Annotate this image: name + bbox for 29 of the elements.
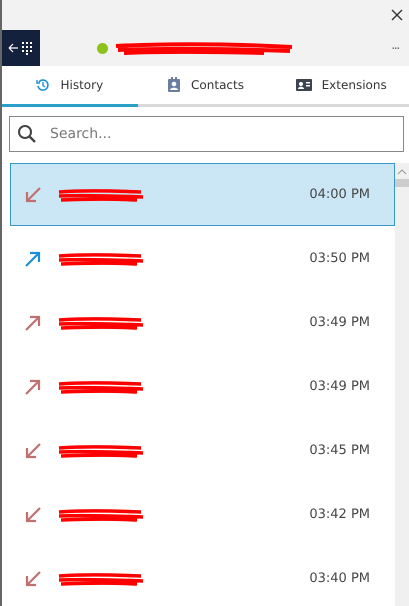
close-icon[interactable]	[391, 9, 403, 21]
call-time: 03:49 PM	[309, 315, 370, 330]
call-row[interactable]: 04:00 PM	[10, 163, 395, 226]
call-row[interactable]: 03:45 PM	[10, 419, 395, 482]
call-time: 03:49 PM	[309, 379, 370, 394]
scroll-up-icon[interactable]	[397, 169, 407, 175]
dialpad-back-button[interactable]	[2, 30, 40, 66]
scrollbar-thumb[interactable]	[395, 179, 409, 187]
call-time: 04:00 PM	[309, 187, 370, 202]
id-card-icon	[296, 79, 312, 91]
tab[interactable]: History	[2, 66, 138, 107]
call-time: 03:50 PM	[309, 251, 370, 266]
history-icon	[36, 78, 50, 92]
call-time: 03:40 PM	[309, 571, 370, 586]
search-field[interactable]: Search...	[9, 116, 404, 152]
arrow-keypad-icon	[8, 41, 34, 55]
call-row[interactable]: 03:49 PM	[10, 355, 395, 418]
call-row[interactable]: 03:40 PM	[10, 547, 395, 606]
more-menu-button[interactable]: ···	[392, 42, 409, 54]
call-time: 03:45 PM	[309, 443, 370, 458]
tab[interactable]: Extensions	[273, 66, 409, 107]
call-time: 03:42 PM	[309, 507, 370, 522]
call-row[interactable]: 03:50 PM	[10, 227, 395, 290]
presence-dot	[97, 42, 108, 54]
call-row[interactable]: 03:49 PM	[10, 291, 395, 354]
call-row[interactable]: 03:42 PM	[10, 483, 395, 546]
scrollbar[interactable]	[395, 163, 409, 606]
contact-card-icon	[167, 77, 182, 93]
tab[interactable]: Contacts	[138, 66, 274, 107]
